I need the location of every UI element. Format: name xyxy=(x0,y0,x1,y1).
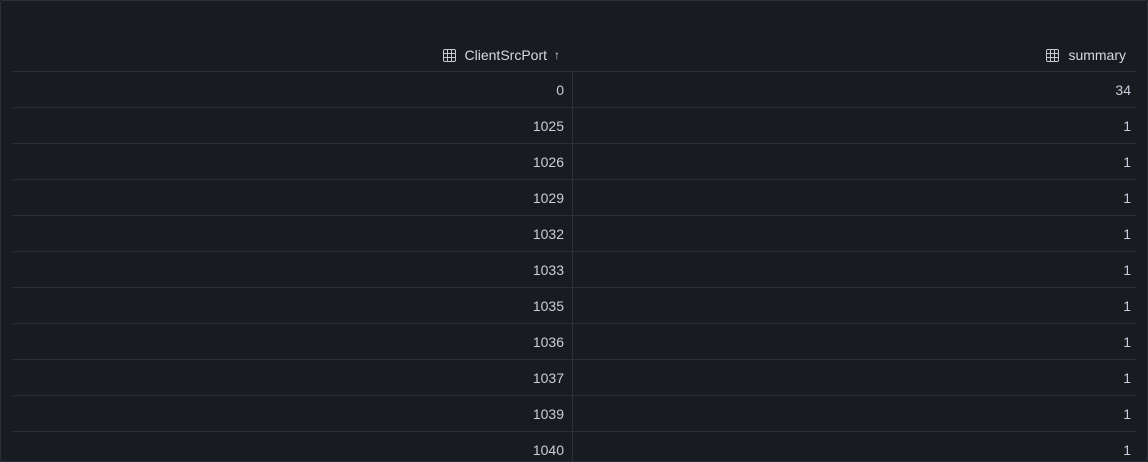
column-header-label: summary xyxy=(1068,47,1126,63)
cell-clientsrcport: 0 xyxy=(13,72,573,107)
cell-summary: 1 xyxy=(1123,405,1131,422)
cell-clientsrcport: 1040 xyxy=(13,432,573,461)
data-table: ClientSrcPort ↑ summary 0 34 1025 1 1026… xyxy=(13,39,1137,461)
table-row[interactable]: 1026 1 xyxy=(13,144,1137,180)
table-row[interactable]: 0 34 xyxy=(13,72,1137,108)
column-header-summary[interactable]: summary xyxy=(573,39,1137,71)
column-header-clientsrcport[interactable]: ClientSrcPort ↑ xyxy=(13,39,573,71)
table-row[interactable]: 1035 1 xyxy=(13,288,1137,324)
cell-summary: 1 xyxy=(1123,189,1131,206)
cell-clientsrcport: 1025 xyxy=(13,108,573,143)
cell-clientsrcport: 1036 xyxy=(13,324,573,359)
column-header-label: ClientSrcPort xyxy=(464,47,547,63)
cell-summary: 1 xyxy=(1123,225,1131,242)
table-row[interactable]: 1032 1 xyxy=(13,216,1137,252)
sort-ascending-icon[interactable]: ↑ xyxy=(554,49,560,61)
table-field-icon xyxy=(442,48,456,62)
cell-summary: 1 xyxy=(1123,333,1131,350)
table-row[interactable]: 1029 1 xyxy=(13,180,1137,216)
table-row[interactable]: 1033 1 xyxy=(13,252,1137,288)
cell-summary: 1 xyxy=(1123,441,1131,458)
cell-clientsrcport: 1035 xyxy=(13,288,573,323)
cell-summary: 1 xyxy=(1123,117,1131,134)
cell-clientsrcport: 1026 xyxy=(13,144,573,179)
table-row[interactable]: 1036 1 xyxy=(13,324,1137,360)
table-row[interactable]: 1025 1 xyxy=(13,108,1137,144)
cell-clientsrcport: 1032 xyxy=(13,216,573,251)
cell-summary: 1 xyxy=(1123,369,1131,386)
cell-summary: 34 xyxy=(1115,81,1131,98)
cell-clientsrcport: 1033 xyxy=(13,252,573,287)
table-panel: ClientSrcPort ↑ summary 0 34 1025 1 1026… xyxy=(0,0,1148,462)
cell-clientsrcport: 1029 xyxy=(13,180,573,215)
table-header: ClientSrcPort ↑ summary xyxy=(13,39,1137,72)
cell-summary: 1 xyxy=(1123,153,1131,170)
table-row[interactable]: 1037 1 xyxy=(13,360,1137,396)
cell-summary: 1 xyxy=(1123,261,1131,278)
table-field-icon xyxy=(1046,48,1060,62)
cell-summary: 1 xyxy=(1123,297,1131,314)
table-row[interactable]: 1039 1 xyxy=(13,396,1137,432)
cell-clientsrcport: 1039 xyxy=(13,396,573,431)
table-row[interactable]: 1040 1 xyxy=(13,432,1137,461)
cell-clientsrcport: 1037 xyxy=(13,360,573,395)
